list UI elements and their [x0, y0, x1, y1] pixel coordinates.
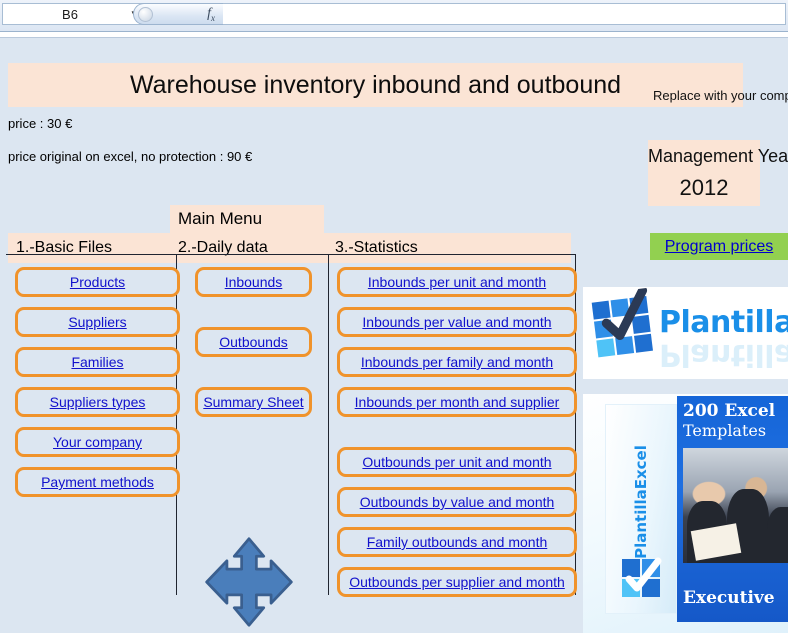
button-payment-methods[interactable]: Payment methods [15, 467, 180, 497]
product-box-title-line1: 200 Excel [683, 401, 776, 421]
product-box-footer: Executive [683, 588, 775, 608]
product-box-image: PlantillaExcel 200 Excel Templates Execu… [583, 394, 788, 633]
button-suppliers-types[interactable]: Suppliers types [15, 387, 180, 417]
button-inbounds[interactable]: Inbounds [195, 267, 312, 297]
panel-basic-files: Products Suppliers Families Suppliers ty… [6, 255, 180, 595]
checkmark-grid-icon [591, 287, 657, 361]
name-box[interactable]: B6 ▼ [2, 3, 144, 25]
button-inbounds-per-family-and-month[interactable]: Inbounds per family and month [337, 347, 577, 377]
management-year-label: Management Year [648, 146, 788, 166]
brand-logo-reflection: PlantillaExcel [659, 337, 788, 372]
button-label[interactable]: Suppliers [68, 314, 126, 330]
panel-statistics: Inbounds per unit and month Inbounds per… [329, 255, 577, 597]
fx-knob-icon [138, 7, 153, 22]
four-way-arrow-icon[interactable] [203, 536, 295, 628]
brand-logo-card: PlantillaExcel PlantillaExcel [583, 287, 788, 379]
checkmark-grid-icon [620, 557, 664, 601]
button-label[interactable]: Outbounds [219, 334, 288, 350]
button-label[interactable]: Outbounds by value and month [360, 494, 555, 510]
button-label[interactable]: Suppliers types [50, 394, 146, 410]
button-label[interactable]: Inbounds per unit and month [368, 274, 546, 290]
button-label[interactable]: Families [71, 354, 123, 370]
worksheet: Warehouse inventory inbound and outbound… [0, 39, 788, 633]
button-label[interactable]: Inbounds per value and month [362, 314, 551, 330]
program-prices-cell[interactable]: Program prices [650, 233, 788, 260]
main-menu-label: Main Menu [170, 205, 324, 233]
excel-window: B6 ▼ fx Warehouse inventory inbound and … [0, 0, 788, 633]
button-inbounds-per-unit-and-month[interactable]: Inbounds per unit and month [337, 267, 577, 297]
button-label[interactable]: Summary Sheet [203, 394, 303, 410]
product-box-front: 200 Excel Templates Executive [677, 396, 788, 622]
button-label[interactable]: Family outbounds and month [367, 534, 548, 550]
button-label[interactable]: Outbounds per supplier and month [349, 574, 565, 590]
program-prices-link[interactable]: Program prices [665, 238, 773, 256]
price-label: price : 30 € [8, 116, 73, 131]
replace-logo-note: Replace with your company logo [653, 88, 788, 103]
button-your-company[interactable]: Your company [15, 427, 180, 457]
button-outbounds-per-supplier-and-month[interactable]: Outbounds per supplier and month [337, 567, 577, 597]
button-inbounds-per-month-and-supplier[interactable]: Inbounds per month and supplier [337, 387, 577, 417]
button-label[interactable]: Outbounds per unit and month [362, 454, 551, 470]
button-inbounds-per-value-and-month[interactable]: Inbounds per value and month [337, 307, 577, 337]
brand-logo-text: PlantillaExcel [659, 305, 788, 340]
product-box-photo [683, 448, 788, 563]
button-label[interactable]: Your company [53, 434, 142, 450]
product-box-spine: PlantillaExcel [605, 404, 677, 614]
button-label[interactable]: Inbounds [225, 274, 283, 290]
product-box-title: 200 Excel Templates [683, 401, 788, 441]
formula-input[interactable] [223, 3, 786, 25]
button-families[interactable]: Families [15, 347, 180, 377]
button-outbounds[interactable]: Outbounds [195, 327, 312, 357]
product-box-title-line2: Templates [683, 421, 767, 440]
formula-bar: B6 ▼ fx [0, 0, 788, 32]
button-label[interactable]: Products [70, 274, 125, 290]
management-year-cell: Management Year 2012 [648, 140, 788, 206]
name-box-value: B6 [62, 6, 78, 22]
button-label[interactable]: Inbounds per month and supplier [355, 394, 560, 410]
formula-bar-divider [0, 32, 788, 38]
button-suppliers[interactable]: Suppliers [15, 307, 180, 337]
page-title: Warehouse inventory inbound and outbound [8, 63, 743, 107]
button-label[interactable]: Payment methods [41, 474, 154, 490]
price-original-label: price original on excel, no protection :… [8, 149, 253, 164]
insert-function-button[interactable]: fx [133, 3, 223, 25]
button-summary-sheet[interactable]: Summary Sheet [195, 387, 312, 417]
button-outbounds-by-value-and-month[interactable]: Outbounds by value and month [337, 487, 577, 517]
button-family-outbounds-and-month[interactable]: Family outbounds and month [337, 527, 577, 557]
button-label[interactable]: Inbounds per family and month [361, 354, 553, 370]
button-products[interactable]: Products [15, 267, 180, 297]
button-outbounds-per-unit-and-month[interactable]: Outbounds per unit and month [337, 447, 577, 477]
management-year-value: 2012 [679, 175, 729, 200]
fx-icon: fx [207, 6, 215, 23]
